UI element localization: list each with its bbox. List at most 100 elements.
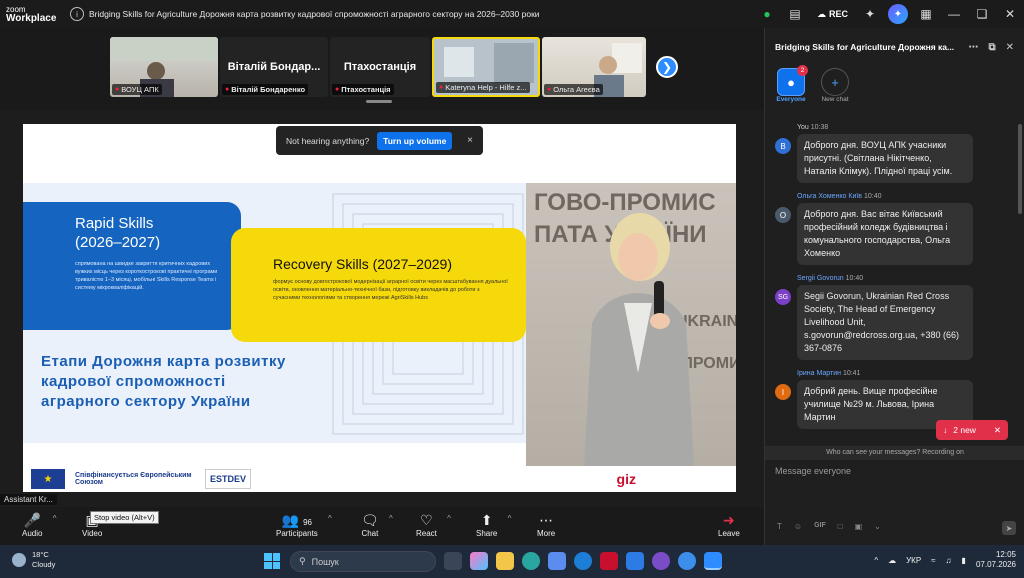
restore-icon[interactable]: ❏ bbox=[968, 0, 996, 28]
sender-name[interactable]: Ольга Хоменко Київ bbox=[797, 193, 862, 200]
tile-name: ● Віталій Бондаренко bbox=[222, 84, 309, 95]
files-icon[interactable] bbox=[496, 552, 514, 570]
video-strip: ● ВОУЦ АПК Віталій Бондар... ● Віталій Бон… bbox=[0, 28, 764, 110]
presentation-slide: Rapid Skills (2026–2027) спрямована на ш… bbox=[23, 124, 736, 492]
send-icon: ➤ bbox=[1005, 523, 1013, 533]
react-button[interactable]: ♡ React ^ bbox=[416, 511, 451, 538]
sender-name[interactable]: Ірина Мартин bbox=[797, 370, 841, 377]
avatar: I bbox=[775, 384, 791, 400]
minimize-icon[interactable]: — bbox=[940, 0, 968, 28]
chat-message: O Ольга Хоменко Київ 10:40 Доброго дня. … bbox=[775, 193, 1009, 265]
chat-scrollbar[interactable] bbox=[1018, 124, 1022, 214]
chevron-up-icon[interactable]: ^ bbox=[53, 514, 57, 523]
video-tile[interactable]: ● ВОУЦ АПК bbox=[110, 37, 218, 97]
cloud-icon: ☁ bbox=[816, 8, 826, 19]
channel-everyone[interactable]: ● 2 Everyone bbox=[773, 65, 809, 114]
chevron-up-icon[interactable]: ^ bbox=[389, 514, 393, 523]
close-icon[interactable]: ✕ bbox=[994, 425, 1001, 436]
zoom-icon[interactable] bbox=[704, 552, 722, 570]
chevron-down-icon[interactable]: ⌄ bbox=[874, 522, 881, 531]
taskbar-search[interactable]: ⚲ Пошук bbox=[290, 551, 436, 572]
emoji-icon[interactable]: ☺ bbox=[794, 522, 802, 531]
slide-heading: Етапи Дорожня карта розвитку кадрової сп… bbox=[41, 353, 286, 410]
task-view-icon[interactable] bbox=[444, 552, 462, 570]
shared-screen: Rapid Skills (2026–2027) спрямована на ш… bbox=[0, 110, 764, 507]
format-text-icon[interactable]: T bbox=[777, 522, 782, 531]
screenshot-icon[interactable]: ▣ bbox=[855, 522, 863, 531]
video-tile[interactable]: Віталій Бондар... ● Віталій Бондаренко bbox=[220, 37, 328, 97]
weather-widget[interactable]: 18°C Cloudy bbox=[12, 550, 55, 570]
magic-icon[interactable]: ✦ bbox=[856, 0, 884, 28]
leave-button[interactable]: ➜ Leave bbox=[718, 511, 740, 538]
estdev-logo: ESTDEV bbox=[205, 469, 252, 489]
chevron-right-icon: ❯ bbox=[661, 60, 673, 74]
participants-button[interactable]: 👥 96 Participants ^ bbox=[276, 511, 332, 538]
chat-label: Chat bbox=[361, 529, 379, 538]
mcafee-icon[interactable] bbox=[600, 552, 618, 570]
view-icon[interactable]: ▦ bbox=[912, 0, 940, 28]
close-icon[interactable]: ✕ bbox=[996, 0, 1024, 28]
start-button[interactable] bbox=[264, 553, 280, 569]
strip-next-button[interactable]: ❯ bbox=[656, 56, 678, 78]
close-icon[interactable]: ✕ bbox=[1006, 42, 1014, 53]
message-text: Segii Govorun, Ukrainian Red Cross Socie… bbox=[797, 285, 973, 360]
edge-icon[interactable] bbox=[522, 552, 540, 570]
speaker-icon[interactable]: ♫ bbox=[946, 556, 952, 565]
participants-count: 96 bbox=[303, 518, 313, 527]
chevron-up-icon[interactable]: ^ bbox=[508, 514, 512, 523]
message-visibility-notice[interactable]: Who can see your messages? Recording on bbox=[765, 446, 1024, 460]
video-tile[interactable]: Птахостанція ● Птахостанція bbox=[330, 37, 430, 97]
meeting-info-icon[interactable]: i bbox=[70, 7, 84, 21]
ai-companion-icon: ✦ bbox=[888, 4, 908, 24]
shield-icon[interactable]: ● bbox=[753, 0, 781, 28]
chat-messages[interactable]: B You 10:38 Доброго дня. ВОУЦ АПК учасни… bbox=[765, 124, 1019, 442]
channel-label: New chat bbox=[821, 96, 849, 103]
language-indicator[interactable]: УКР bbox=[906, 556, 921, 565]
chat-header-actions: ⋯ ⧉ ✕ bbox=[968, 42, 1014, 53]
more-button[interactable]: ⋯ More bbox=[537, 511, 555, 538]
mic-off-icon: ● bbox=[115, 86, 120, 93]
strip-resize-handle[interactable] bbox=[366, 100, 392, 103]
copilot-icon[interactable] bbox=[470, 552, 488, 570]
new-chat-button[interactable]: + New chat bbox=[817, 68, 853, 114]
store-icon[interactable] bbox=[548, 552, 566, 570]
search-icon: ⚲ bbox=[299, 556, 306, 566]
battery-icon[interactable]: ▮ bbox=[962, 556, 966, 565]
chat-button[interactable]: 🗨 Chat ^ bbox=[361, 511, 393, 538]
heart-icon: ♡ bbox=[420, 512, 433, 528]
wifi-icon[interactable]: ≈ bbox=[931, 556, 935, 565]
chat-input[interactable]: Message everyone bbox=[775, 466, 851, 476]
file-icon[interactable]: □ bbox=[838, 522, 843, 531]
gif-icon[interactable]: GIF bbox=[814, 522, 826, 531]
ai-companion-button[interactable]: ✦ bbox=[884, 0, 912, 28]
chevron-up-icon[interactable]: ^ bbox=[447, 514, 451, 523]
toast-close-icon[interactable]: × bbox=[467, 135, 473, 146]
eu-logo-text: Співфінансується Європейським Союзом bbox=[75, 472, 192, 486]
stop-video-tooltip: Stop video (Alt+V) bbox=[90, 511, 159, 524]
video-tile[interactable]: ● Ольга Агеєва bbox=[542, 37, 646, 97]
message-meta: Sergii Govorun 10:40 bbox=[797, 275, 973, 282]
everyone-icon: ● 2 bbox=[777, 65, 808, 96]
video-tile[interactable]: ● Kateryna Help - Hilfe z... bbox=[432, 37, 540, 97]
record-button[interactable]: ☁ REC bbox=[809, 9, 856, 20]
cloud-tray-icon[interactable]: ☁ bbox=[888, 556, 896, 565]
chevron-up-icon[interactable]: ^ bbox=[328, 514, 332, 523]
popout-icon[interactable]: ⧉ bbox=[988, 42, 995, 53]
audio-button[interactable]: 🎤 Audio ^ bbox=[22, 511, 56, 538]
viber-icon[interactable] bbox=[652, 552, 670, 570]
arrow-down-icon: ↓ bbox=[943, 425, 948, 435]
help-icon[interactable] bbox=[678, 552, 696, 570]
mail-icon[interactable] bbox=[626, 552, 644, 570]
taskbar-apps bbox=[444, 552, 722, 570]
chevron-up-icon[interactable]: ^ bbox=[874, 556, 878, 565]
tile-big-label: Птахостанція bbox=[343, 61, 417, 73]
notes-icon[interactable]: ▤ bbox=[781, 0, 809, 28]
new-messages-button[interactable]: ↓ 2 new ✕ bbox=[936, 420, 1008, 440]
send-button[interactable]: ➤ bbox=[1002, 521, 1016, 535]
sender-name[interactable]: Sergii Govorun bbox=[797, 275, 844, 282]
share-button[interactable]: ⬆ Share ^ bbox=[476, 511, 511, 538]
hp-icon[interactable] bbox=[574, 552, 592, 570]
clock[interactable]: 12:05 07.07.2026 bbox=[976, 550, 1016, 570]
more-icon[interactable]: ⋯ bbox=[968, 42, 978, 53]
turn-up-volume-button[interactable]: Turn up volume bbox=[377, 131, 453, 150]
